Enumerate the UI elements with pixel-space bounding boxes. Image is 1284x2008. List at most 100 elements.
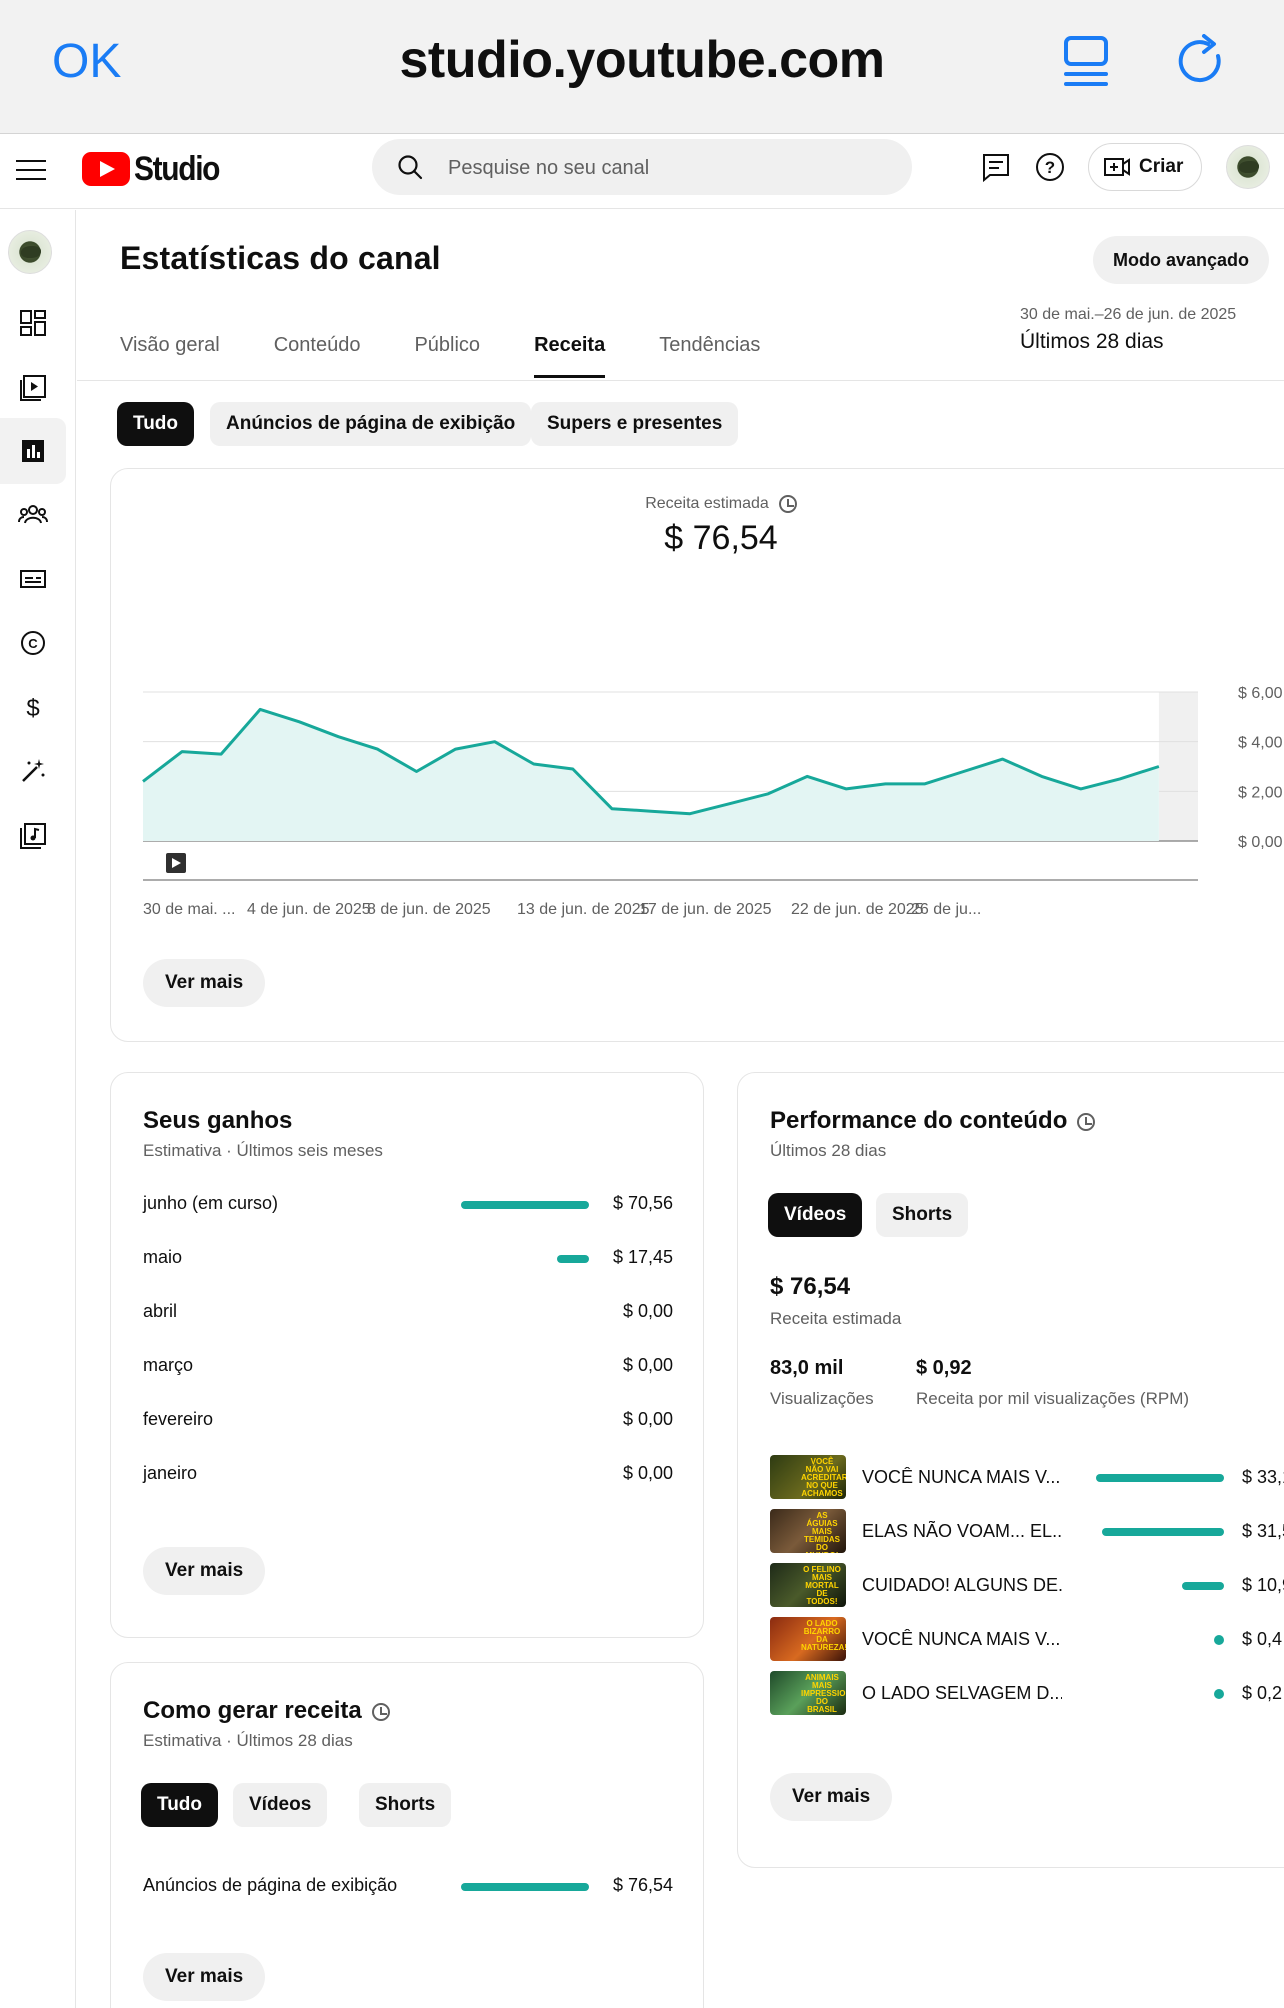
video-thumbnail: O FELINO MAIS MORTAL DE TODOS! [770, 1563, 846, 1607]
series-area [143, 709, 1159, 841]
video-thumbnail: ANIMAIS MAIS IMPRESSIONANTES DO BRASIL [770, 1671, 846, 1715]
menu-icon[interactable] [16, 153, 46, 183]
earnings-row-label: abril [143, 1301, 178, 1321]
date-period[interactable]: Últimos 28 dias [1020, 330, 1164, 354]
advanced-mode-button[interactable]: Modo avançado [1093, 236, 1269, 284]
tab-content[interactable]: Conteúdo [274, 334, 361, 378]
filter-chip-all[interactable]: Tudo [117, 402, 195, 446]
date-range[interactable]: 30 de mai.–26 de jun. de 2025 [1020, 306, 1236, 324]
video-revenue-dot [1214, 1635, 1224, 1645]
page-title: Estatísticas do canal [120, 240, 441, 276]
video-row[interactable]: AS ÁGUIAS MAIS TEMIDAS DO MUNDO! ELAS NÃO… [738, 1509, 1284, 1555]
performance-revenue-value: $ 76,54 [770, 1273, 851, 1300]
copyright-icon: C [21, 631, 45, 655]
video-thumbnail: O LADO BIZARRO DA NATUREZA! [770, 1617, 846, 1661]
video-title: O LADO SELVAGEM D... [862, 1683, 1062, 1703]
earnings-see-more-button[interactable]: Ver mais [143, 1547, 266, 1595]
video-title: ELAS NÃO VOAM... EL... [862, 1521, 1062, 1541]
video-revenue-bar [1102, 1528, 1224, 1536]
how-to-chip-shorts[interactable]: Shorts [359, 1783, 452, 1827]
earnings-row-value: $ 0,00 [622, 1409, 673, 1429]
performance-subtitle: Últimos 28 dias [770, 1141, 887, 1160]
magic-wand-icon [22, 759, 45, 782]
video-row[interactable]: VOCÊ NÃO VAI ACREDITAR NO QUE ACHAMOS VOC… [738, 1455, 1284, 1501]
screen: OK studio.youtube.com Studio Pesquise no… [0, 0, 1284, 2008]
how-to-earn-title: Como gerar receita [143, 1697, 390, 1725]
nav-subtitles[interactable] [0, 546, 66, 612]
tab-overview[interactable]: Visão geral [120, 334, 220, 378]
earnings-row-value: $ 0,00 [622, 1463, 673, 1483]
nav-analytics[interactable] [0, 418, 66, 484]
audio-library-icon [20, 823, 46, 849]
video-revenue-dot [1214, 1689, 1224, 1699]
svg-text:?: ? [1045, 158, 1055, 177]
revenue-chart[interactable]: $ 6,00 $ 4,00 $ 2,00 $ 0,00 30 de mai. ... 4 … [111, 469, 1284, 949]
thumbnail-text: VOCÊ NÃO VAI ACREDITAR NO QUE ACHAMOS [801, 1457, 846, 1498]
earnings-card: Seus ganhos Estimativa · Últimos seis me… [110, 1072, 704, 1638]
reload-icon[interactable] [1178, 34, 1228, 88]
earnings-row-value: $ 0,00 [622, 1301, 673, 1321]
reader-icon[interactable] [1062, 34, 1112, 88]
video-revenue-value: $ 33,1 [1242, 1467, 1284, 1487]
video-title: CUIDADO! ALGUNS DE... [862, 1575, 1062, 1595]
svg-text:C: C [28, 636, 38, 651]
how-to-see-more-button[interactable]: Ver mais [143, 1953, 266, 2001]
y-tick-label: $ 2,00 [1238, 784, 1283, 801]
nav-copyright[interactable]: C [0, 610, 66, 676]
video-revenue-value: $ 10,9 [1242, 1575, 1284, 1595]
tab-revenue[interactable]: Receita [534, 334, 606, 378]
nav-customization[interactable] [0, 738, 66, 804]
how-to-earn-card: Como gerar receita Estimativa · Últimos … [110, 1662, 704, 2008]
thumbnail-text: AS ÁGUIAS MAIS TEMIDAS DO MUNDO! [804, 1511, 840, 1554]
video-thumbnail: VOCÊ NÃO VAI ACREDITAR NO QUE ACHAMOS [770, 1455, 846, 1499]
browser-toolbar: OK studio.youtube.com [0, 0, 1284, 134]
filter-chip-supers[interactable]: Supers e presentes [531, 402, 739, 446]
performance-see-more-button[interactable]: Ver mais [770, 1773, 893, 1821]
how-to-chip-videos[interactable]: Vídeos [233, 1783, 328, 1827]
search-icon [398, 155, 423, 180]
performance-chip-videos[interactable]: Vídeos [768, 1193, 863, 1237]
feedback-icon[interactable] [978, 149, 1014, 185]
tab-audience[interactable]: Público [414, 334, 480, 378]
video-revenue-value: $ 0,2 [1242, 1683, 1283, 1703]
earnings-row-label: fevereiro [143, 1409, 214, 1429]
create-button[interactable]: Criar [1088, 143, 1202, 191]
x-tick-label: 22 de jun. de 2025 [791, 901, 924, 918]
filter-chip-watch-page-ads[interactable]: Anúncios de página de exibição [210, 402, 532, 446]
thumbnail-text: ANIMAIS MAIS IMPRESSIONANTES DO BRASIL [801, 1673, 846, 1714]
nav-content[interactable] [0, 354, 66, 420]
y-tick-label: $ 4,00 [1238, 735, 1283, 752]
earnings-row-label: junho (em curso) [143, 1193, 279, 1213]
tabs-divider [77, 380, 1284, 381]
studio-logo[interactable]: Studio [82, 145, 231, 193]
x-tick-label: 26 de ju... [911, 901, 981, 918]
earnings-row-label: maio [143, 1247, 183, 1267]
y-tick-label: $ 6,00 [1238, 685, 1283, 702]
x-tick-label: 30 de mai. ... [143, 901, 236, 918]
video-title: VOCÊ NUNCA MAIS V... [862, 1629, 1061, 1649]
video-row[interactable]: O LADO BIZARRO DA NATUREZA! VOCÊ NUNCA MA… [738, 1617, 1284, 1663]
thumbnail-text: O LADO BIZARRO DA NATUREZA! [801, 1619, 846, 1652]
how-to-chip-all[interactable]: Tudo [141, 1783, 219, 1827]
account-avatar[interactable] [1226, 145, 1270, 189]
create-label: Criar [1139, 156, 1184, 177]
channel-avatar[interactable] [8, 230, 52, 274]
y-tick-label: $ 0,00 [1238, 834, 1283, 851]
video-row[interactable]: O FELINO MAIS MORTAL DE TODOS! CUIDADO! A… [738, 1563, 1284, 1609]
earnings-row-value: $ 0,00 [622, 1355, 673, 1375]
earnings-subtitle: Estimativa · Últimos seis meses [143, 1141, 383, 1160]
nav-community[interactable] [0, 482, 66, 548]
thumbnail-text: O FELINO MAIS MORTAL DE TODOS! [803, 1565, 841, 1606]
tab-trends[interactable]: Tendências [659, 334, 760, 378]
performance-card: Performance do conteúdo Últimos 28 dias … [737, 1072, 1284, 1868]
video-row[interactable]: ANIMAIS MAIS IMPRESSIONANTES DO BRASIL O … [738, 1671, 1284, 1717]
revenue-see-more-button[interactable]: Ver mais [143, 959, 266, 1007]
search-input[interactable]: Pesquise no seu canal [372, 139, 912, 195]
how-to-earn-subtitle: Estimativa · Últimos 28 dias [143, 1731, 353, 1750]
performance-chip-shorts[interactable]: Shorts [876, 1193, 969, 1237]
nav-dashboard[interactable] [0, 290, 66, 356]
nav-audio-library[interactable] [0, 802, 66, 868]
performance-views-label: Visualizações [770, 1389, 874, 1408]
help-icon[interactable]: ? [1032, 149, 1068, 185]
nav-earn[interactable]: $ [0, 674, 66, 740]
